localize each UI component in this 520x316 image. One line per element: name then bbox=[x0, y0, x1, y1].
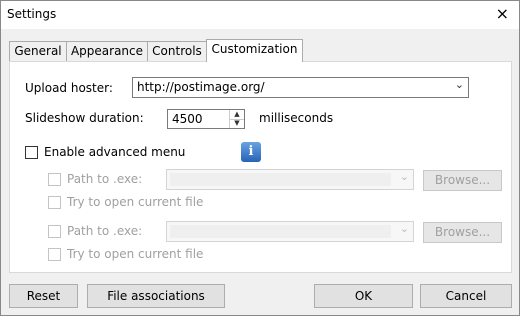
path-exe-checkbox-2[interactable] bbox=[48, 225, 61, 238]
upload-hoster-value: http://postimage.org/ bbox=[137, 80, 265, 94]
slideshow-duration-value: 4500 bbox=[172, 112, 203, 126]
path-exe-label-2: Path to .exe: bbox=[67, 224, 143, 238]
path-exe-checkbox-1[interactable] bbox=[48, 173, 61, 186]
reset-button[interactable]: Reset bbox=[9, 284, 78, 308]
chevron-down-icon: ⌄ bbox=[399, 222, 409, 235]
try-open-label-1: Try to open current file bbox=[67, 195, 204, 209]
settings-window: Settings × General Appearance Controls C… bbox=[0, 0, 520, 316]
tab-customization[interactable]: Customization bbox=[206, 39, 303, 62]
milliseconds-label: milliseconds bbox=[259, 111, 334, 125]
chevron-down-icon: ⌄ bbox=[454, 78, 464, 91]
stepper-down-icon[interactable]: ▼ bbox=[230, 119, 244, 128]
advanced-menu-label: Enable advanced menu bbox=[44, 145, 186, 159]
try-open-label-2: Try to open current file bbox=[67, 247, 204, 261]
window-title: Settings bbox=[7, 7, 57, 21]
file-associations-button[interactable]: File associations bbox=[87, 284, 225, 308]
try-open-checkbox-2[interactable] bbox=[48, 248, 61, 261]
tab-general[interactable]: General bbox=[9, 41, 67, 61]
tab-controls[interactable]: Controls bbox=[147, 41, 207, 61]
path-exe-label-1: Path to .exe: bbox=[67, 172, 143, 186]
path-exe-select-2[interactable]: ⌄ bbox=[166, 221, 414, 242]
slideshow-duration-label: Slideshow duration: bbox=[25, 111, 144, 125]
chevron-down-icon: ⌄ bbox=[399, 170, 409, 183]
info-icon[interactable]: i bbox=[241, 142, 261, 162]
close-icon[interactable]: × bbox=[496, 4, 509, 23]
upload-hoster-select[interactable]: http://postimage.org/ ⌄ bbox=[132, 77, 469, 98]
try-open-checkbox-1[interactable] bbox=[48, 196, 61, 209]
browse-button-2[interactable]: Browse... bbox=[423, 222, 502, 243]
path-exe-select-1[interactable]: ⌄ bbox=[166, 169, 414, 190]
upload-hoster-label: Upload hoster: bbox=[25, 81, 113, 95]
browse-button-1[interactable]: Browse... bbox=[423, 170, 502, 191]
path-exe-field-1 bbox=[170, 173, 391, 186]
tab-appearance[interactable]: Appearance bbox=[66, 41, 148, 61]
cancel-button[interactable]: Cancel bbox=[420, 284, 512, 308]
slideshow-duration-stepper[interactable]: 4500 ▲ ▼ bbox=[167, 109, 245, 129]
ok-button[interactable]: OK bbox=[314, 284, 413, 308]
advanced-menu-checkbox[interactable] bbox=[25, 146, 38, 159]
title-bar: Settings × bbox=[1, 1, 519, 29]
stepper-buttons: ▲ ▼ bbox=[229, 110, 244, 128]
path-exe-field-2 bbox=[170, 225, 391, 238]
